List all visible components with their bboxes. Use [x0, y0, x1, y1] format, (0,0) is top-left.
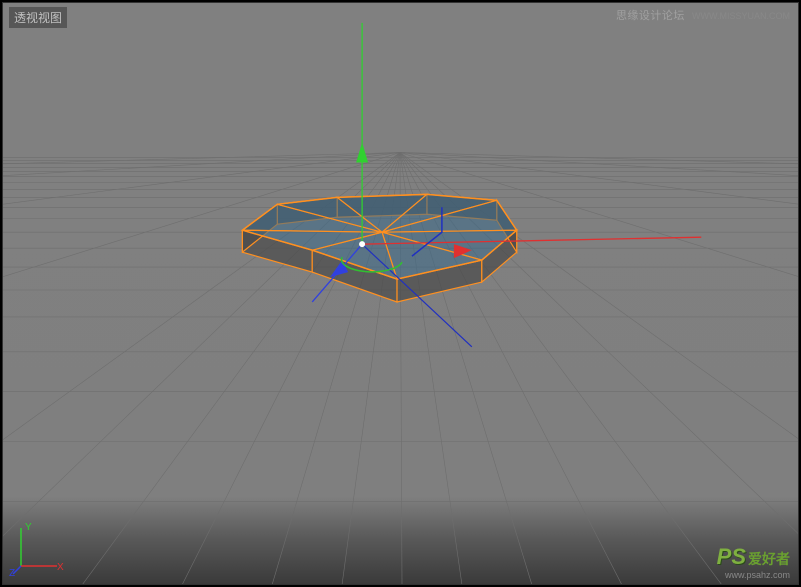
axis-y-label: Y	[25, 522, 32, 533]
watermark-bottom-right: PS爱好者 www.psahz.com	[717, 544, 790, 580]
perspective-viewport[interactable]: 透视视图 思缘设计论坛 WWW.MISSYUAN.COM	[2, 2, 799, 585]
watermark-top-right: 思缘设计论坛 WWW.MISSYUAN.COM	[616, 7, 790, 23]
gizmo-origin-icon[interactable]	[359, 241, 365, 247]
axis-indicator-icon: Y X Z	[9, 518, 69, 578]
gizmo-y-arrow-icon[interactable]	[356, 143, 368, 163]
watermark-source-url: WWW.MISSYUAN.COM	[692, 11, 790, 21]
watermark-ps-text: 爱好者	[748, 551, 790, 567]
axis-x-label: X	[57, 562, 64, 573]
watermark-ps: PS	[717, 544, 746, 569]
watermark-ps-url: www.psahz.com	[717, 570, 790, 580]
watermark-source: 思缘设计论坛	[616, 10, 685, 22]
scene[interactable]	[3, 3, 798, 584]
viewport-label: 透视视图	[9, 7, 67, 28]
transform-gizmo[interactable]	[312, 23, 701, 347]
axis-z-label: Z	[9, 568, 15, 578]
polygon-mesh[interactable]	[242, 194, 516, 302]
